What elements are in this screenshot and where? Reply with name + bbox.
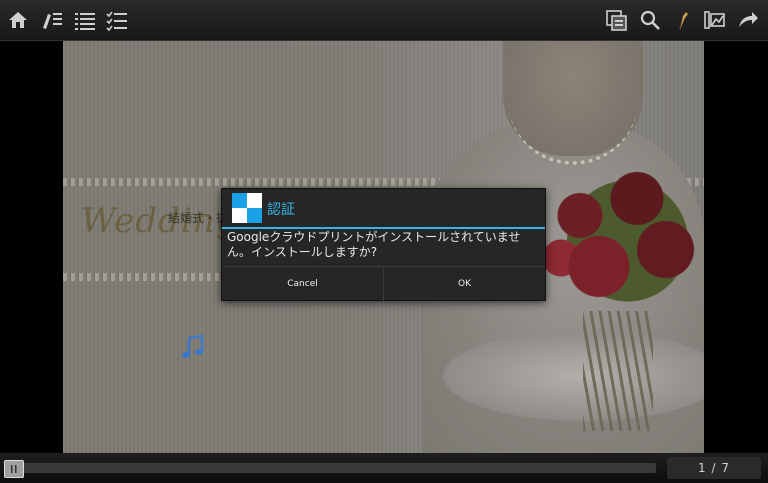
app-icon [232, 193, 262, 223]
top-toolbar [0, 0, 768, 41]
page-slider-track[interactable] [8, 463, 656, 473]
gloves-image [443, 331, 704, 421]
wedding-subtitle: 結婚式・披 [168, 211, 229, 225]
thumbnail-list-icon[interactable] [38, 6, 66, 34]
page-slider-thumb[interactable] [4, 460, 24, 478]
pen-icon[interactable] [669, 6, 697, 34]
cancel-button[interactable]: Cancel [222, 267, 384, 301]
checklist-icon[interactable] [103, 6, 131, 34]
auth-dialog: 認証 Googleクラウドプリントがインストールされていません。インストールしま… [221, 188, 546, 301]
page-counter: 1 / 7 [667, 457, 761, 479]
dialog-message: Googleクラウドプリントがインストールされていません。インストールしますか? [227, 230, 521, 259]
dialog-header: 認証 [222, 189, 545, 227]
page-view-icon[interactable] [603, 6, 631, 34]
dialog-button-row: Cancel OK [222, 266, 545, 301]
home-icon[interactable] [4, 6, 32, 34]
search-icon[interactable] [636, 6, 664, 34]
reader-screen: Wedding 結婚式・披 認証 Googleクラウドプリントがインストールされ… [0, 0, 768, 483]
bouquet-stems-image [583, 311, 653, 431]
edit-image-icon[interactable] [700, 6, 728, 34]
dialog-title-divider [222, 227, 545, 229]
bouquet-image [523, 156, 704, 326]
list-icon[interactable] [71, 6, 99, 34]
share-arrow-icon[interactable] [734, 6, 762, 34]
bottom-bar: 1 / 7 [0, 453, 768, 483]
music-note-icon[interactable] [180, 334, 206, 360]
ok-button[interactable]: OK [384, 267, 545, 301]
dialog-title: 認証 [267, 202, 295, 218]
